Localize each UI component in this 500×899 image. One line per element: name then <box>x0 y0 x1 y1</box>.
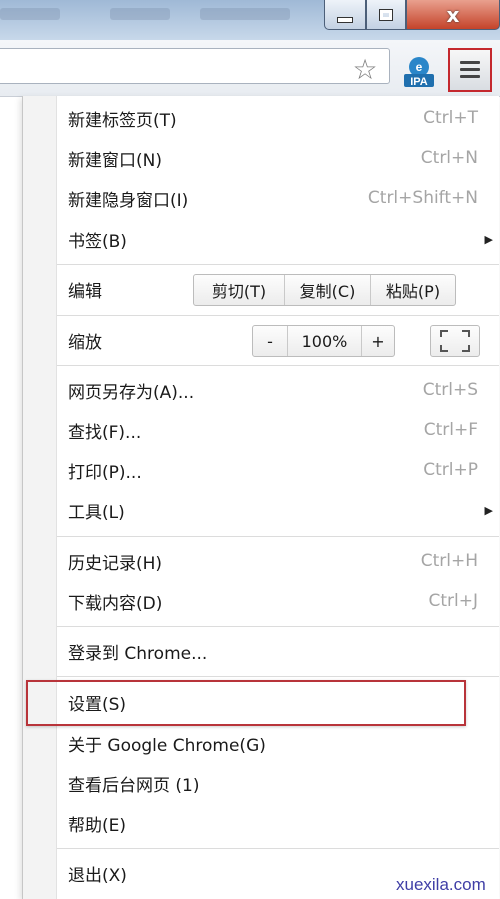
menu-item-label: 下载内容(D) <box>68 593 163 614</box>
fullscreen-icon <box>440 330 470 352</box>
menu-item-label: 缩放 <box>68 332 102 353</box>
menu-separator <box>57 676 499 677</box>
menu-item-shortcut: Ctrl+H <box>420 551 478 571</box>
menu-item-label: 新建窗口(N) <box>68 150 162 171</box>
menu-item-new-window[interactable]: 新建窗口(N) Ctrl+N <box>57 138 499 178</box>
restore-icon <box>379 8 393 21</box>
menu-item-label: 查看后台网页 (1) <box>68 775 200 796</box>
menu-item-shortcut: Ctrl+N <box>420 148 478 168</box>
menu-item-label: 历史记录(H) <box>68 553 163 574</box>
menu-item-label: 新建隐身窗口(I) <box>68 190 189 211</box>
copy-button[interactable]: 复制(C) <box>284 275 370 305</box>
menu-item-shortcut: Ctrl+T <box>423 108 478 128</box>
zoom-level: 100% <box>287 326 361 356</box>
window-title-bar: x <box>0 0 500 40</box>
menu-separator <box>57 536 499 537</box>
menu-item-downloads[interactable]: 下载内容(D) Ctrl+J <box>57 581 499 621</box>
blurred-tab <box>0 8 60 20</box>
menu-separator <box>57 848 499 849</box>
close-button[interactable]: x <box>406 0 500 30</box>
zoom-button-group: - 100% + <box>252 325 395 357</box>
menu-item-about[interactable]: 关于 Google Chrome(G) <box>57 723 499 763</box>
minimize-icon <box>337 16 353 23</box>
menu-item-label: 关于 Google Chrome(G) <box>68 735 266 756</box>
menu-item-shortcut: Ctrl+P <box>423 460 478 480</box>
submenu-arrow-icon: ▶ <box>484 503 493 517</box>
menu-item-save-page-as[interactable]: 网页另存为(A)... Ctrl+S <box>57 370 499 410</box>
menu-item-tools[interactable]: 工具(L) ▶ <box>57 490 499 530</box>
settings-highlight-box <box>26 680 466 726</box>
menu-item-find[interactable]: 查找(F)... Ctrl+F <box>57 410 499 450</box>
menu-item-label: 帮助(E) <box>68 815 127 836</box>
menu-item-bookmarks[interactable]: 书签(B) ▶ <box>57 219 499 259</box>
menu-item-label: 退出(X) <box>68 865 127 886</box>
menu-item-shortcut: Ctrl+S <box>422 380 478 400</box>
menu-item-history[interactable]: 历史记录(H) Ctrl+H <box>57 541 499 581</box>
menu-item-label: 编辑 <box>68 281 102 302</box>
menu-item-label: 打印(P)... <box>68 462 142 483</box>
menu-separator <box>57 264 499 265</box>
menu-item-shortcut: Ctrl+J <box>428 591 478 611</box>
menu-item-new-tab[interactable]: 新建标签页(T) Ctrl+T <box>57 98 499 138</box>
watermark: xuexila.com <box>396 875 486 894</box>
paste-button[interactable]: 粘贴(P) <box>370 275 455 305</box>
menu-item-label: 书签(B) <box>68 231 127 252</box>
menu-separator <box>57 365 499 366</box>
menu-item-label: 网页另存为(A)... <box>68 382 195 403</box>
blurred-tab <box>110 8 170 20</box>
cut-button[interactable]: 剪切(T) <box>194 275 284 305</box>
menu-item-sign-in[interactable]: 登录到 Chrome... <box>57 631 499 671</box>
menu-gutter <box>23 96 57 899</box>
chrome-dropdown-menu: 新建标签页(T) Ctrl+T 新建窗口(N) Ctrl+N 新建隐身窗口(I)… <box>22 96 499 899</box>
menu-row-edit: 编辑 剪切(T) 复制(C) 粘贴(P) <box>57 269 499 309</box>
menu-item-label: 新建标签页(T) <box>68 110 177 131</box>
menu-item-background-pages[interactable]: 查看后台网页 (1) <box>57 763 499 803</box>
menu-separator <box>57 315 499 316</box>
menu-item-label: 工具(L) <box>68 502 125 523</box>
menu-item-shortcut: Ctrl+Shift+N <box>367 188 478 208</box>
ipa-extension-icon[interactable]: e IPA <box>402 54 436 88</box>
menu-item-label: 查找(F)... <box>68 422 142 443</box>
menu-item-label: 登录到 Chrome... <box>68 643 208 664</box>
fullscreen-button[interactable] <box>430 325 480 357</box>
svg-text:e: e <box>416 60 423 74</box>
menu-item-print[interactable]: 打印(P)... Ctrl+P <box>57 450 499 490</box>
minimize-button[interactable] <box>324 0 366 30</box>
menu-item-help[interactable]: 帮助(E) <box>57 803 499 843</box>
close-icon: x <box>446 2 460 27</box>
blurred-tab <box>200 8 290 20</box>
zoom-out-button[interactable]: - <box>253 326 287 356</box>
address-bar[interactable] <box>0 48 390 84</box>
bookmark-star-icon[interactable]: ☆ <box>348 53 382 87</box>
hamburger-icon <box>460 61 480 79</box>
chrome-menu-button[interactable] <box>448 48 492 92</box>
menu-item-new-incognito-window[interactable]: 新建隐身窗口(I) Ctrl+Shift+N <box>57 178 499 218</box>
menu-separator <box>57 626 499 627</box>
menu-item-shortcut: Ctrl+F <box>423 420 478 440</box>
restore-button[interactable] <box>366 0 406 30</box>
edit-button-group: 剪切(T) 复制(C) 粘贴(P) <box>193 274 456 306</box>
submenu-arrow-icon: ▶ <box>484 232 493 246</box>
zoom-in-button[interactable]: + <box>361 326 394 356</box>
svg-text:IPA: IPA <box>410 76 428 88</box>
menu-row-zoom: 缩放 - 100% + <box>57 320 499 360</box>
